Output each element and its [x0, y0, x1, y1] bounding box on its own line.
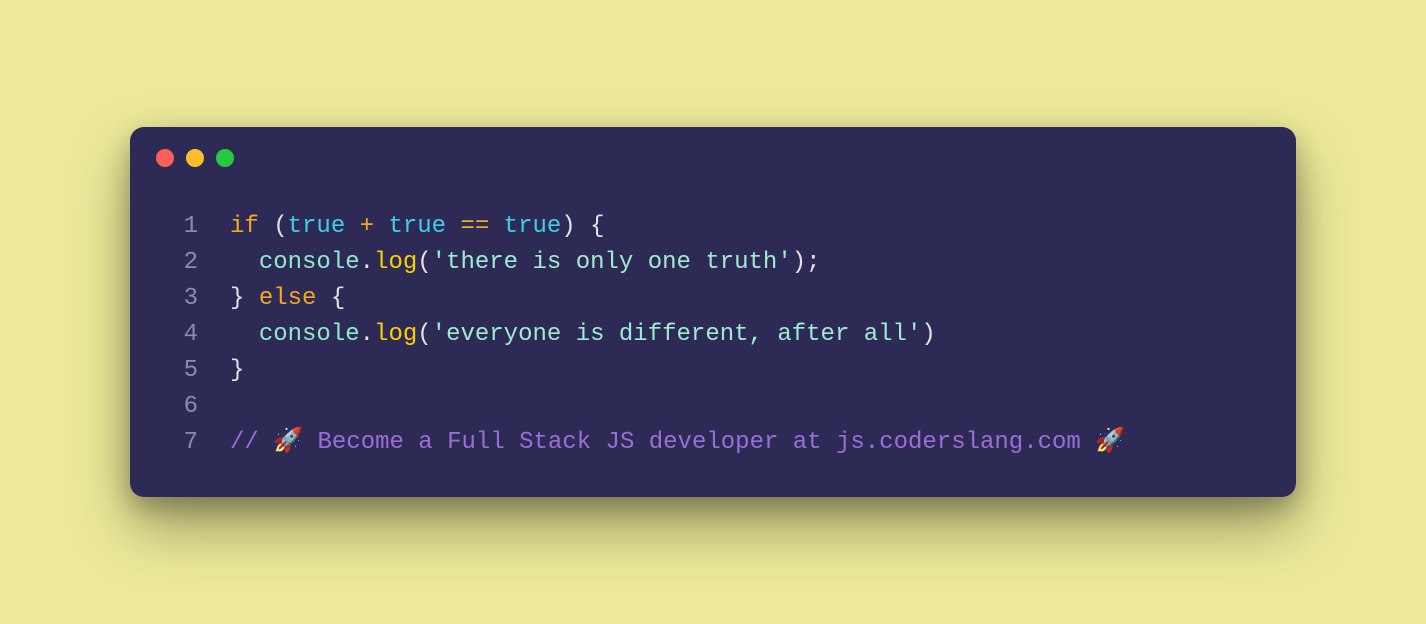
line-number: 6	[130, 389, 230, 425]
code-line: 5}	[130, 353, 1296, 389]
line-number: 7	[130, 425, 230, 461]
token-punct: .	[360, 321, 374, 348]
line-number: 2	[130, 245, 230, 281]
token-string: 'everyone is different, after all'	[432, 321, 922, 348]
code-line: 3} else {	[130, 281, 1296, 317]
token-punct: .	[360, 249, 374, 276]
token-punct: (	[259, 213, 288, 240]
code-line: 1if (true + true == true) {	[130, 209, 1296, 245]
code-line: 2 console.log('there is only one truth')…	[130, 245, 1296, 281]
token-method: log	[374, 249, 417, 276]
code-line: 4 console.log('everyone is different, af…	[130, 317, 1296, 353]
code-editor[interactable]: 1if (true + true == true) {2 console.log…	[130, 173, 1296, 461]
token-punct: ) {	[561, 213, 604, 240]
code-line: 6	[130, 389, 1296, 425]
code-window: 1if (true + true == true) {2 console.log…	[130, 127, 1296, 497]
line-number: 5	[130, 353, 230, 389]
token-keyword: if	[230, 213, 259, 240]
token-punct	[230, 321, 259, 348]
token-punct: );	[792, 249, 821, 276]
code-content: } else {	[230, 281, 1296, 317]
code-content: console.log('everyone is different, afte…	[230, 317, 1296, 353]
token-punct: (	[417, 249, 431, 276]
token-punct: }	[230, 285, 259, 312]
token-comment: // 🚀 Become a Full Stack JS developer at…	[230, 429, 1125, 456]
token-bool: true	[504, 213, 562, 240]
code-content: // 🚀 Become a Full Stack JS developer at…	[230, 425, 1296, 461]
token-punct: {	[316, 285, 345, 312]
line-number: 4	[130, 317, 230, 353]
line-number: 1	[130, 209, 230, 245]
token-ident: console	[259, 249, 360, 276]
window-titlebar	[130, 127, 1296, 173]
code-line: 7// 🚀 Become a Full Stack JS developer a…	[130, 425, 1296, 461]
token-punct: (	[417, 321, 431, 348]
token-keyword: else	[259, 285, 317, 312]
token-method: log	[374, 321, 417, 348]
line-number: 3	[130, 281, 230, 317]
token-punct	[230, 249, 259, 276]
token-operator: +	[345, 213, 388, 240]
code-content	[230, 389, 1296, 425]
token-bool: true	[288, 213, 346, 240]
code-content: if (true + true == true) {	[230, 209, 1296, 245]
token-punct: }	[230, 357, 244, 384]
code-content: console.log('there is only one truth');	[230, 245, 1296, 281]
token-operator: ==	[446, 213, 504, 240]
maximize-icon[interactable]	[216, 149, 234, 167]
token-bool: true	[388, 213, 446, 240]
close-icon[interactable]	[156, 149, 174, 167]
code-content: }	[230, 353, 1296, 389]
minimize-icon[interactable]	[186, 149, 204, 167]
token-string: 'there is only one truth'	[432, 249, 792, 276]
token-punct: )	[921, 321, 935, 348]
token-ident: console	[259, 321, 360, 348]
